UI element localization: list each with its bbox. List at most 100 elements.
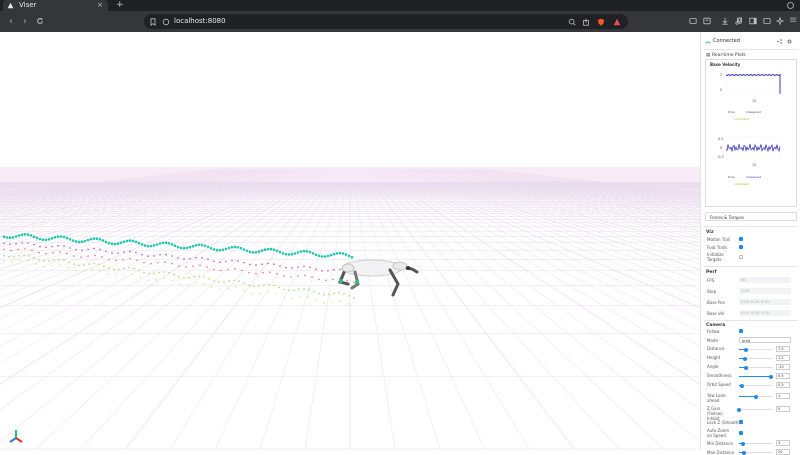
- tab-close-icon[interactable]: ×: [97, 1, 103, 10]
- camera-slider-label: Height: [707, 355, 721, 360]
- velocity-plot-1: 2 0 15 time measured command: [708, 70, 794, 128]
- leo-ai-icon[interactable]: [776, 17, 784, 25]
- connection-header: Connected: [701, 37, 800, 47]
- connection-status: Connected: [713, 38, 740, 44]
- plot2-ytick-bot: -0.2: [717, 155, 724, 159]
- camera-slider[interactable]: [739, 356, 773, 361]
- camera-slider-label: Yaw Look-ahead: [707, 393, 727, 403]
- motion-trail-checkbox[interactable]: [739, 237, 743, 241]
- velocity-plot-2: 0.2 0 -0.2 15 time measured command: [708, 134, 794, 200]
- camera-slider-input[interactable]: -10: [776, 364, 790, 370]
- media-icon[interactable]: [735, 17, 743, 25]
- min-distance-label: Min Distance: [707, 441, 733, 446]
- mode-select[interactable]: orbit: [739, 337, 791, 343]
- sidebar-icon[interactable]: [749, 17, 757, 25]
- follow-label: Follow: [707, 329, 720, 334]
- camera-slider-label: Smoothness: [707, 373, 732, 378]
- perf-folder-title[interactable]: Perf: [706, 270, 717, 275]
- camera-slider[interactable]: [739, 347, 773, 352]
- camera-slider-label: Angle: [707, 364, 719, 369]
- cast-icon[interactable]: [689, 17, 697, 25]
- camera-slider-label: Orbit Speed: [707, 382, 731, 387]
- browser-tab[interactable]: Viser ×: [3, 0, 108, 11]
- max-distance-label: Max Distance: [707, 450, 735, 455]
- camera-slider-label: Z Gain (Follow) Inhibit: [707, 406, 723, 421]
- auto-zoom-label: Auto Zoom on Speed: [707, 428, 730, 438]
- min-distance-input[interactable]: 3: [776, 440, 790, 446]
- plot1-area: [726, 72, 782, 96]
- motion-trail-label: Motion Trail: [707, 237, 731, 242]
- forces-torques-folder[interactable]: Forces & Torques: [705, 212, 797, 221]
- back-icon[interactable]: ‹: [9, 16, 13, 27]
- reload-icon[interactable]: [36, 17, 44, 25]
- camera-slider[interactable]: [739, 394, 773, 399]
- scene-canvas[interactable]: [0, 32, 700, 450]
- plot2-legend-measured: measured: [746, 175, 761, 179]
- connected-icon: [705, 41, 711, 44]
- brave-rewards-icon[interactable]: [613, 18, 621, 26]
- base-pos-label: Base Pos: [707, 300, 725, 305]
- plot2-area: [726, 136, 782, 160]
- 3d-viewport[interactable]: [0, 32, 700, 450]
- plot1-legend-measured: measured: [746, 110, 761, 114]
- camera-slider[interactable]: [737, 407, 773, 412]
- base-velocity-folder: Base Velocity 2 0 15 time measured comma…: [705, 59, 797, 207]
- lock-z-checkbox[interactable]: [739, 420, 743, 424]
- brave-shield-icon[interactable]: [597, 18, 605, 26]
- fps-field: 60: [739, 277, 791, 283]
- address-bar[interactable]: localhost:8080: [144, 14, 628, 29]
- viz-folder-title[interactable]: Viz: [706, 230, 714, 235]
- realtime-plots-title: Real-time Plots: [712, 53, 746, 58]
- camera-slider[interactable]: [739, 374, 774, 379]
- camera-slider-input[interactable]: 1: [776, 393, 790, 399]
- auto-zoom-checkbox[interactable]: [739, 431, 743, 435]
- share-link-icon[interactable]: [777, 39, 782, 44]
- site-info-icon[interactable]: [162, 18, 170, 26]
- camera-folder-title[interactable]: Camera: [706, 323, 725, 328]
- lock-z-label: Lock Z (Smooth): [707, 420, 740, 425]
- camera-slider-input[interactable]: 0: [776, 406, 790, 412]
- window-control-icon[interactable]: [787, 2, 794, 9]
- new-tab-icon[interactable]: +: [116, 0, 124, 11]
- plot1-legend-time: time: [728, 110, 735, 114]
- camera-slider-input[interactable]: 0.5: [776, 382, 790, 388]
- camera-slider-input[interactable]: 7.5: [776, 346, 790, 352]
- wallet-icon[interactable]: [763, 17, 771, 25]
- quadruped-robot: [337, 259, 419, 297]
- min-distance-slider[interactable]: [739, 441, 773, 446]
- max-distance-slider[interactable]: [739, 450, 773, 455]
- translate-icon[interactable]: [703, 17, 711, 25]
- control-panel: Connected ▤ Real-time Plots Base Velocit…: [700, 32, 800, 455]
- initialize-targets-label: Initialize Targets: [707, 252, 724, 262]
- forward-icon[interactable]: ›: [23, 16, 27, 27]
- chart-icon: ▤: [706, 53, 711, 58]
- plot2-legend-command: command: [734, 182, 749, 186]
- plot2-ytick-mid: 0: [720, 146, 723, 150]
- foot-trails-label: Foot Trails: [707, 245, 728, 250]
- foot-trails-checkbox[interactable]: [739, 245, 743, 249]
- bookmark-icon[interactable]: [149, 17, 157, 26]
- axes-gizmo-icon: [9, 430, 23, 443]
- url-text: localhost:8080: [174, 17, 226, 25]
- share-icon[interactable]: [582, 18, 590, 26]
- download-icon[interactable]: [721, 17, 729, 25]
- browser-toolbar: ‹ › localhost:8080 ≡: [0, 11, 800, 32]
- zoom-icon[interactable]: [568, 18, 576, 26]
- menu-icon[interactable]: ≡: [789, 15, 797, 26]
- mode-label: Mode: [707, 338, 718, 343]
- camera-slider-input[interactable]: 1.2: [776, 355, 790, 361]
- plot1-ytick-top: 2: [720, 73, 723, 77]
- plot1-legend-command: command: [734, 117, 749, 121]
- camera-slider[interactable]: [739, 383, 773, 388]
- base-vel-field: 0.00, 0.00, 0.00: [739, 310, 791, 316]
- camera-slider[interactable]: [739, 365, 773, 370]
- settings-icon[interactable]: [787, 39, 792, 44]
- initialize-targets-checkbox[interactable]: [739, 255, 743, 259]
- step-label: Step: [707, 289, 717, 294]
- base-vel-label: Base Vel: [707, 311, 725, 316]
- camera-slider-input[interactable]: 0.5: [776, 373, 790, 379]
- plot2-ytick-top: 0.2: [718, 137, 724, 141]
- ground-grid: [0, 167, 700, 450]
- follow-checkbox[interactable]: [739, 329, 743, 333]
- base-velocity-title: Base Velocity: [710, 62, 741, 67]
